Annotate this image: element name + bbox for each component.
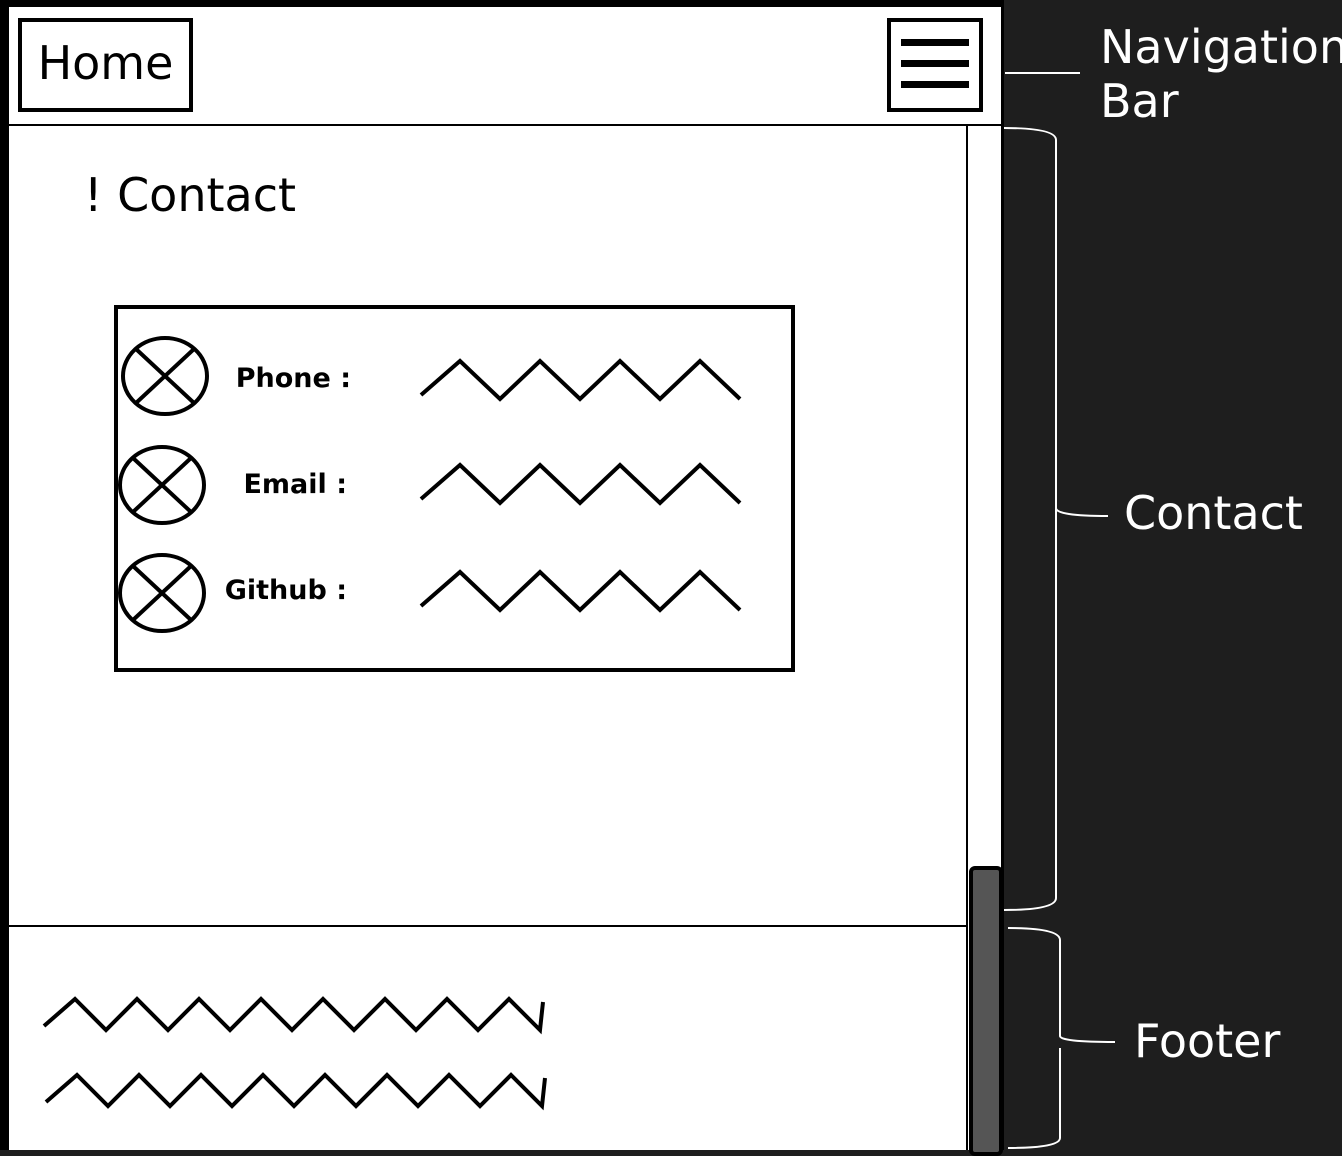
- footer-brace: [1007, 927, 1116, 1149]
- navigation-bar-annotation: Navigation Bar: [1100, 20, 1342, 128]
- contact-brace: [1003, 127, 1109, 911]
- annotation-brackets: [1003, 72, 1116, 1149]
- contact-annotation: Contact: [1124, 486, 1303, 540]
- footer-annotation: Footer: [1134, 1014, 1281, 1068]
- annotation-line-1: Navigation: [1100, 20, 1342, 74]
- annotation-line-2: Bar: [1100, 74, 1179, 128]
